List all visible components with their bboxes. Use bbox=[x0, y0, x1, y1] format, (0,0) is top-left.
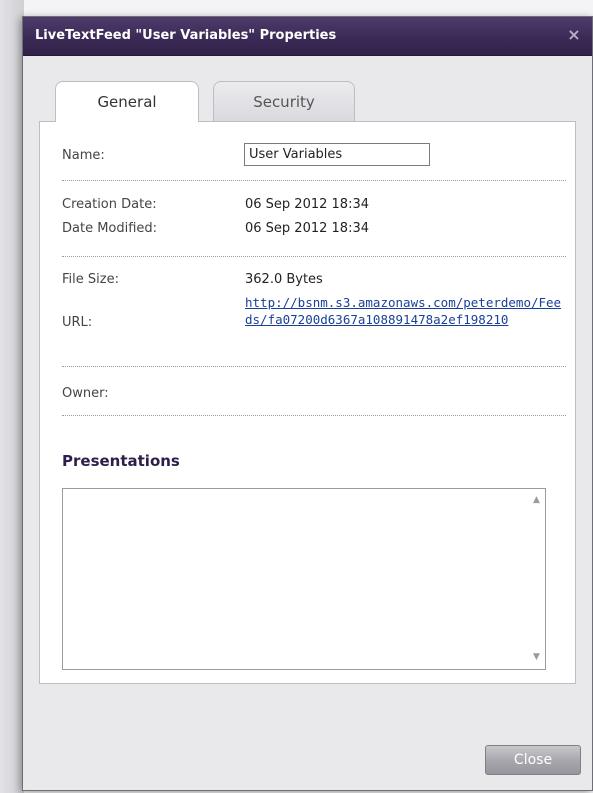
properties-dialog: LiveTextFeed "User Variables" Properties… bbox=[22, 16, 593, 791]
date-modified-value: 06 Sep 2012 18:34 bbox=[245, 221, 369, 236]
creation-date-value: 06 Sep 2012 18:34 bbox=[245, 197, 369, 212]
general-panel: Name: Creation Date: 06 Sep 2012 18:34 D… bbox=[39, 121, 576, 684]
tab-security[interactable]: Security bbox=[213, 81, 355, 121]
divider bbox=[62, 366, 566, 367]
divider bbox=[62, 256, 566, 257]
url-link[interactable]: http://bsnm.s3.amazonaws.com/peterdemo/F… bbox=[245, 294, 565, 328]
divider bbox=[62, 180, 566, 181]
name-input[interactable] bbox=[244, 143, 430, 166]
background-window-edge bbox=[0, 0, 24, 793]
name-label: Name: bbox=[62, 148, 105, 163]
close-icon[interactable]: × bbox=[566, 27, 582, 43]
url-label: URL: bbox=[62, 315, 93, 330]
presentations-scrollbar[interactable]: ▲ ▼ bbox=[528, 489, 545, 669]
divider bbox=[62, 415, 566, 416]
presentations-heading: Presentations bbox=[62, 452, 180, 470]
presentations-list[interactable]: ▲ ▼ bbox=[62, 488, 546, 670]
dialog-titlebar[interactable]: LiveTextFeed "User Variables" Properties… bbox=[23, 17, 592, 56]
creation-date-label: Creation Date: bbox=[62, 197, 157, 212]
close-button[interactable]: Close bbox=[485, 745, 581, 775]
dialog-title: LiveTextFeed "User Variables" Properties bbox=[35, 28, 337, 43]
tab-general[interactable]: General bbox=[55, 81, 199, 122]
owner-label: Owner: bbox=[62, 386, 109, 401]
scroll-down-arrow-icon[interactable]: ▼ bbox=[531, 652, 542, 663]
scroll-up-arrow-icon[interactable]: ▲ bbox=[531, 495, 542, 506]
date-modified-label: Date Modified: bbox=[62, 221, 158, 236]
file-size-label: File Size: bbox=[62, 272, 119, 287]
file-size-value: 362.0 Bytes bbox=[245, 272, 323, 287]
